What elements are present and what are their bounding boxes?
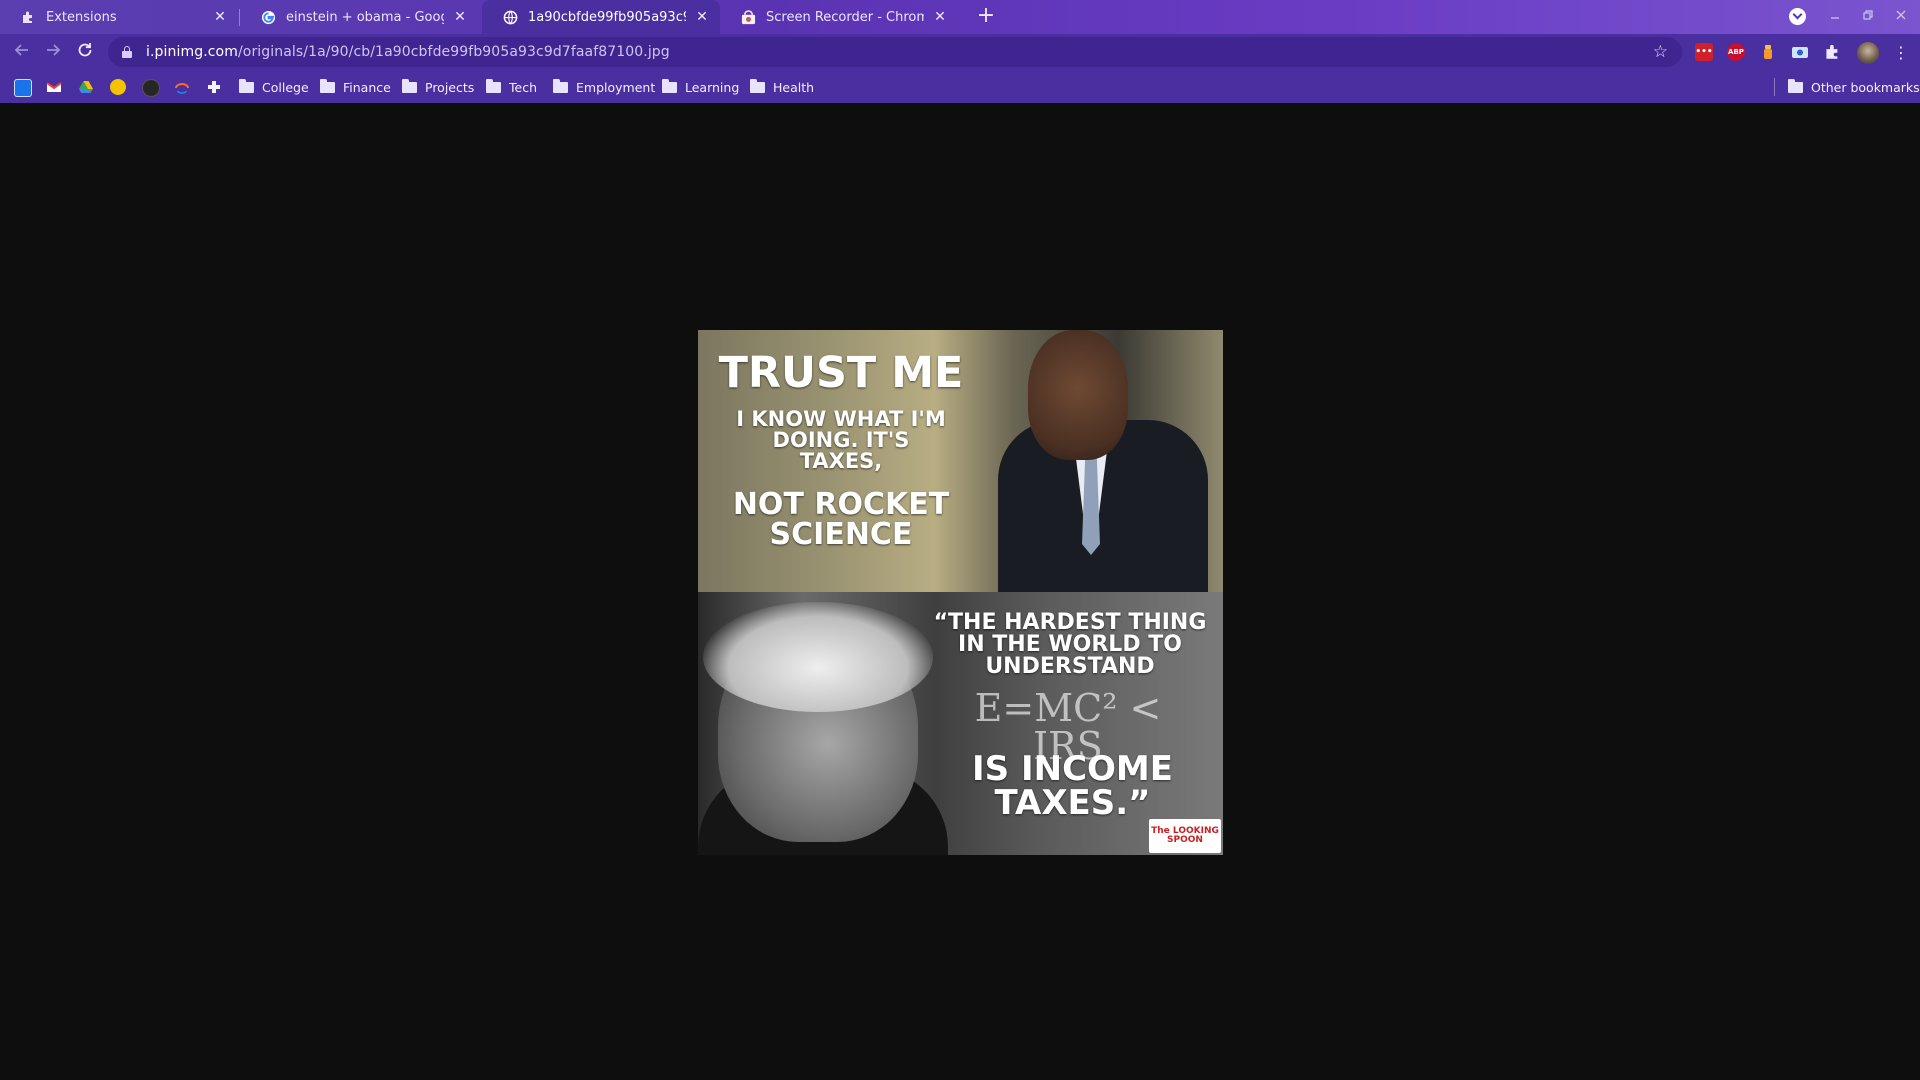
puzzle-icon [20, 9, 36, 25]
bookmarks-bar: College Finance Projects Tech Employment… [0, 70, 1920, 103]
folder-icon [750, 78, 765, 93]
lastpass-extension-icon[interactable]: ••• [1695, 43, 1713, 61]
browser-frame: Extensions ✕ einstein + obama - Google S… [0, 0, 1920, 103]
tab-title: einstein + obama - Google Sear [286, 9, 444, 25]
url-host: i.pinimg.com [146, 44, 238, 60]
bookmark-folder-learning[interactable]: Learning [662, 76, 739, 98]
bookmark-folder-employment[interactable]: Employment [553, 76, 655, 98]
bookmark-folder-college[interactable]: College [239, 76, 309, 98]
bookmark-folder-projects[interactable]: Projects [402, 76, 474, 98]
google-icon [260, 9, 276, 25]
meme-image[interactable]: TRUST ME I KNOW WHAT I'M DOING. IT'S TAX… [698, 330, 1223, 855]
meme-top-punchline: NOT ROCKET SCIENCE [732, 487, 950, 552]
tab-close-icon[interactable]: ✕ [212, 9, 228, 25]
url-text[interactable]: i.pinimg.com/originals/1a/90/cb/1a90cbfd… [146, 44, 670, 60]
einstein-hair [703, 602, 933, 712]
plus-cross-bookmark-icon[interactable] [206, 79, 222, 95]
logo-text: The LOOKING SPOON [1151, 826, 1219, 845]
menu-kebab-icon[interactable]: ⋮ [1893, 42, 1909, 64]
other-bookmarks-label: Other bookmarks [1811, 79, 1920, 95]
meme-heading: TRUST ME [718, 348, 964, 398]
restore-icon[interactable] [1857, 6, 1879, 28]
close-window-icon[interactable] [1890, 6, 1912, 28]
meme-bottom-punchline: IS INCOME TAXES.” [972, 749, 1173, 823]
tab-strip: Extensions ✕ einstein + obama - Google S… [0, 0, 1920, 34]
norton-bookmark-icon[interactable] [110, 79, 126, 95]
gmail-bookmark-icon[interactable] [46, 79, 62, 95]
extensions-puzzle-icon[interactable] [1823, 43, 1841, 61]
toolbar: i.pinimg.com/originals/1a/90/cb/1a90cbfd… [0, 34, 1920, 70]
folder-icon [320, 78, 335, 93]
image-viewer: TRUST ME I KNOW WHAT I'M DOING. IT'S TAX… [0, 103, 1920, 1080]
folder-icon [402, 78, 417, 93]
bookmark-label: Tech [509, 79, 537, 95]
lock-icon[interactable] [122, 46, 132, 58]
tab-title: Extensions [46, 9, 117, 25]
tab-title: 1a90cbfde99fb905a93c9d7faaf [528, 9, 686, 25]
looking-spoon-logo: The LOOKING SPOON [1149, 819, 1221, 853]
bookmark-star-icon[interactable]: ☆ [1653, 42, 1668, 62]
obama-head [1028, 330, 1128, 460]
forward-icon[interactable] [43, 42, 63, 62]
einstein-panel: “THE HARDEST THING IN THE WORLD TO UNDER… [698, 592, 1223, 855]
drive-bookmark-icon[interactable] [78, 79, 94, 95]
chrome-web-store-icon [740, 9, 756, 25]
bookmark-label: Health [773, 79, 815, 95]
bookmark-label: Learning [685, 79, 740, 95]
tab-screen-recorder[interactable]: Screen Recorder - Chrome Web ✕ [720, 0, 958, 34]
folder-icon [1788, 78, 1803, 93]
honey-extension-icon[interactable] [1759, 43, 1777, 61]
folder-icon [553, 78, 568, 93]
obama-panel: TRUST ME I KNOW WHAT I'M DOING. IT'S TAX… [698, 330, 1223, 595]
bookmark-folder-finance[interactable]: Finance [320, 76, 391, 98]
dark-circle-bookmark-icon[interactable] [142, 79, 160, 97]
folder-icon [662, 78, 677, 93]
minimize-icon[interactable] [1824, 6, 1846, 28]
address-bar[interactable]: i.pinimg.com/originals/1a/90/cb/1a90cbfd… [108, 37, 1682, 67]
other-bookmarks-folder[interactable]: Other bookmarks [1788, 76, 1920, 98]
swirl-bookmark-icon[interactable] [174, 79, 190, 95]
folder-icon [239, 78, 254, 93]
globe-icon [502, 9, 518, 25]
tab-close-icon[interactable]: ✕ [694, 9, 710, 25]
calendar-bookmark-icon[interactable] [14, 79, 32, 97]
adblock-plus-icon[interactable]: ABP [1727, 43, 1745, 61]
tab-google-search[interactable]: einstein + obama - Google Sear ✕ [240, 0, 478, 34]
bookmark-label: Projects [425, 79, 475, 95]
meme-quote: “THE HARDEST THING IN THE WORLD TO UNDER… [933, 610, 1207, 679]
url-path: /originals/1a/90/cb/1a90cbfde99fb905a93c… [237, 44, 670, 60]
tab-search-icon[interactable] [1789, 8, 1806, 25]
screen-recorder-extension-icon[interactable] [1791, 43, 1809, 61]
tab-close-icon[interactable]: ✕ [452, 9, 468, 25]
back-icon[interactable] [12, 42, 32, 62]
bookmark-label: Finance [343, 79, 391, 95]
bookmark-label: College [262, 79, 309, 95]
bookmarks-divider [1774, 78, 1775, 96]
tab-close-icon[interactable]: ✕ [932, 9, 948, 25]
bookmark-folder-tech[interactable]: Tech [486, 76, 537, 98]
profile-avatar[interactable] [1857, 42, 1879, 64]
bookmark-label: Employment [576, 79, 656, 95]
new-tab-button[interactable]: + [975, 5, 997, 28]
meme-top-line: I KNOW WHAT I'M DOING. IT'S TAXES, [736, 407, 946, 473]
bookmark-folder-health[interactable]: Health [750, 76, 814, 98]
reload-icon[interactable] [75, 42, 95, 62]
tab-image-active[interactable]: 1a90cbfde99fb905a93c9d7faaf ✕ [482, 0, 720, 34]
tab-title: Screen Recorder - Chrome Web [766, 9, 924, 25]
tab-extensions[interactable]: Extensions ✕ [0, 0, 238, 34]
folder-icon [486, 78, 501, 93]
